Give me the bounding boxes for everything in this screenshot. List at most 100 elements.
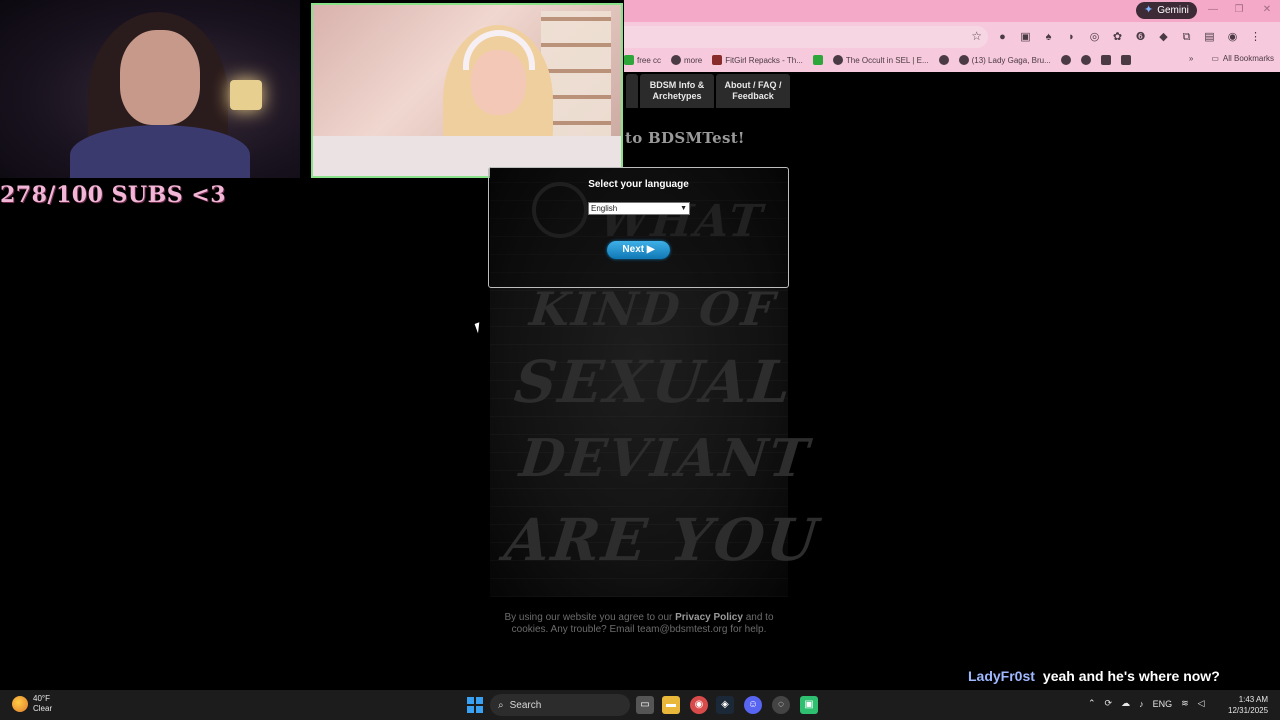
globe-icon <box>958 55 969 65</box>
nav-tab-bdsm-info[interactable]: BDSM Info & Archetypes <box>640 74 714 108</box>
globe-icon <box>832 55 843 65</box>
browser-chrome: ✦ Gemini — ❐ ✕ ☆ ● ▣ ♠ ◗ ◎ ✿ ❻ ◆ ⧉ ▤ ◉ ⋮ <box>624 0 1280 72</box>
minimize-icon[interactable]: — <box>1202 2 1224 18</box>
extension-icon-1[interactable]: ● <box>994 29 1011 45</box>
webcam-figure <box>70 125 250 178</box>
clock-time: 1:43 AM <box>1238 695 1269 704</box>
gemini-button[interactable]: ✦ Gemini <box>1136 2 1197 19</box>
folder-icon: ▭ <box>1211 54 1219 63</box>
footer-note: By using our website you agree to our Pr… <box>490 612 788 636</box>
globe-icon <box>1080 55 1091 65</box>
chrome-icon[interactable]: ◉ <box>690 696 708 714</box>
next-button[interactable]: Next ▶ <box>607 241 670 259</box>
bookmark-item[interactable] <box>938 55 949 65</box>
play-icon <box>1120 55 1131 65</box>
profile-icon[interactable]: ◉ <box>1224 29 1241 45</box>
search-icon: ⌕ <box>498 699 504 711</box>
weather-temp: 40°F <box>33 694 50 703</box>
extension-icon-7[interactable]: ❻ <box>1132 29 1149 45</box>
extension-icon-8[interactable]: ◆ <box>1155 29 1172 45</box>
language-select[interactable]: English ▼ <box>588 202 690 215</box>
bookmark-item[interactable]: The Occult in SEL | E... <box>832 55 929 65</box>
weather-widget[interactable]: 40°F Clear <box>12 694 52 714</box>
gemini-icon: ✦ <box>1144 4 1154 16</box>
selected-language: English <box>591 204 618 213</box>
bookmark-item[interactable]: free cc <box>624 55 661 65</box>
globe-icon <box>1060 55 1071 65</box>
language-panel: Select your language English ▼ Next ▶ <box>488 167 789 288</box>
system-clock[interactable]: 1:43 AM 12/31/2025 <box>1228 694 1268 716</box>
bookmark-item[interactable] <box>812 55 823 65</box>
close-icon[interactable]: ✕ <box>1256 2 1278 18</box>
browser-titlebar: ✦ Gemini — ❐ ✕ <box>624 0 1280 22</box>
graffiti-text: Sexual <box>511 348 797 416</box>
chat-message: LadyFr0st yeah and he's where now? <box>968 668 1220 684</box>
extension-toolbar: ● ▣ ♠ ◗ ◎ ✿ ❻ ◆ ⧉ ▤ ◉ ⋮ <box>994 29 1264 45</box>
nav-tab-home[interactable] <box>626 74 638 108</box>
menu-icon[interactable]: ⋮ <box>1247 29 1264 45</box>
bookmark-icon <box>812 55 823 65</box>
subs-counter: 278/100 SUBS <3 <box>0 182 226 208</box>
welcome-heading: to BDSMTest! <box>625 129 745 147</box>
mouse-cursor-icon <box>474 320 488 334</box>
weather-desc: Clear <box>33 704 53 713</box>
webcam-figure <box>120 30 200 125</box>
chevron-right-icon[interactable]: » <box>1189 54 1193 63</box>
bookmark-item[interactable]: (13) Lady Gaga, Bru... <box>958 55 1051 65</box>
globe-icon <box>938 55 949 65</box>
bookmark-item[interactable] <box>1060 55 1071 65</box>
site-nav: BDSM Info & Archetypes About / FAQ / Fee… <box>626 74 790 108</box>
gemini-label: Gemini <box>1157 5 1189 16</box>
all-bookmarks[interactable]: » ▭ All Bookmarks <box>1189 54 1274 63</box>
app-icon[interactable]: ▣ <box>800 696 818 714</box>
bookmark-item[interactable] <box>1100 55 1111 65</box>
bookmark-star-icon[interactable]: ☆ <box>971 29 982 43</box>
webcam-light <box>230 80 262 110</box>
windows-start-icon[interactable] <box>467 697 483 713</box>
extension-icon-5[interactable]: ◎ <box>1086 29 1103 45</box>
extensions-puzzle-icon[interactable]: ⧉ <box>1178 29 1195 45</box>
graffiti-text: Kind of <box>527 282 780 336</box>
bookmark-item[interactable] <box>1120 55 1131 65</box>
extension-icon-2[interactable]: ▣ <box>1017 29 1034 45</box>
discord-app-icon[interactable]: ☺ <box>744 696 762 714</box>
bookmark-icon <box>712 55 723 65</box>
address-bar[interactable]: ☆ <box>624 26 988 48</box>
language-title: Select your language <box>588 179 689 190</box>
file-explorer-icon[interactable]: ▬ <box>662 696 680 714</box>
sidepanel-icon[interactable]: ▤ <box>1201 29 1218 45</box>
task-view-icon[interactable]: ▭ <box>636 696 654 714</box>
volume-icon[interactable]: ◁ <box>1198 698 1205 709</box>
bookmark-item[interactable]: more <box>671 55 702 65</box>
bookmark-item[interactable]: FitGirl Repacks - Th... <box>712 55 803 65</box>
stream-screen: ✦ Gemini — ❐ ✕ ☆ ● ▣ ♠ ◗ ◎ ✿ ❻ ◆ ⧉ ▤ ◉ ⋮ <box>0 0 1280 720</box>
chat-username: LadyFr0st <box>968 668 1035 684</box>
weather-icon <box>12 696 28 712</box>
webcam-streamer <box>0 0 300 178</box>
cloud-icon[interactable]: ☁ <box>1121 698 1130 709</box>
taskbar: 40°F Clear ⌕ Search ▭ ▬ ◉ ◈ ☺ ◌ ▣ ⌃ ⟳ ☁ … <box>0 690 1280 720</box>
microphone-icon[interactable]: ♪ <box>1139 699 1144 709</box>
search-label: Search <box>509 699 542 711</box>
system-tray: ⌃ ⟳ ☁ ♪ ENG ≋ ◁ <box>1088 698 1205 709</box>
extension-icon-4[interactable]: ◗ <box>1063 29 1080 45</box>
restore-icon[interactable]: ❐ <box>1228 2 1250 18</box>
extension-icon-6[interactable]: ✿ <box>1109 29 1126 45</box>
taskbar-search[interactable]: ⌕ Search <box>490 694 630 716</box>
extension-icon-3[interactable]: ♠ <box>1040 29 1057 45</box>
sync-icon[interactable]: ⟳ <box>1105 698 1113 709</box>
nav-tab-about-faq[interactable]: About / FAQ / Feedback <box>716 74 790 108</box>
privacy-policy-link[interactable]: Privacy Policy <box>675 612 743 623</box>
language-indicator[interactable]: ENG <box>1153 699 1173 709</box>
graffiti-text: Are you <box>501 506 823 574</box>
bookmark-item[interactable] <box>1080 55 1091 65</box>
footer-text: By using our website you agree to our <box>504 612 676 623</box>
globe-icon <box>671 55 682 65</box>
graffiti-text: Deviant <box>516 428 814 489</box>
obs-icon[interactable]: ◌ <box>772 696 790 714</box>
chevron-up-icon[interactable]: ⌃ <box>1088 698 1096 709</box>
bookmark-icon <box>624 55 634 65</box>
bookmarks-bar: free cc more FitGirl Repacks - Th... The… <box>624 51 1280 69</box>
wifi-icon[interactable]: ≋ <box>1181 698 1189 709</box>
steam-icon[interactable]: ◈ <box>716 696 734 714</box>
